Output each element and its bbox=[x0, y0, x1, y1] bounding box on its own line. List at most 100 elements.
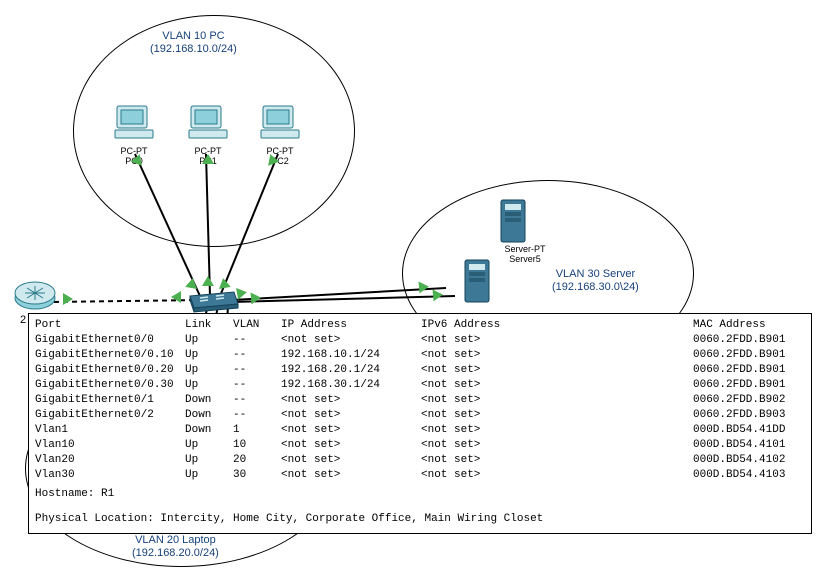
cell-link: Down bbox=[185, 393, 233, 408]
table-row: GigabitEthernet0/0Up--<not set><not set>… bbox=[35, 333, 805, 348]
cell-port: Vlan1 bbox=[35, 423, 185, 438]
table-row: GigabitEthernet0/2Down--<not set><not se… bbox=[35, 408, 805, 423]
cell-link: Up bbox=[185, 348, 233, 363]
table-row: Vlan10Up10<not set><not set>000D.BD54.41… bbox=[35, 438, 805, 453]
link-status-icon bbox=[418, 281, 429, 294]
cell-ipv6: <not set> bbox=[421, 363, 693, 378]
table-row: GigabitEthernet0/0.20Up--192.168.20.1/24… bbox=[35, 363, 805, 378]
cell-ip: 192.168.30.1/24 bbox=[281, 378, 421, 393]
cell-link: Up bbox=[185, 363, 233, 378]
pc-icon bbox=[259, 102, 301, 142]
blank-line bbox=[35, 502, 805, 512]
group-vlan30-title: VLAN 30 Server bbox=[552, 268, 639, 281]
cell-ipv6: <not set> bbox=[421, 348, 693, 363]
link-status-icon bbox=[202, 276, 214, 286]
cell-port: Vlan30 bbox=[35, 468, 185, 483]
cell-vlan: 20 bbox=[233, 453, 281, 468]
link-status-icon bbox=[217, 277, 231, 289]
cell-vlan: 30 bbox=[233, 468, 281, 483]
cell-vlan: -- bbox=[233, 393, 281, 408]
node-server5[interactable] bbox=[444, 258, 514, 308]
cell-mac: 0060.2FDD.B902 bbox=[693, 393, 805, 408]
col-header-vlan: VLAN bbox=[233, 318, 281, 333]
interface-table-body: GigabitEthernet0/0Up--<not set><not set>… bbox=[35, 333, 805, 483]
link-status-icon bbox=[171, 291, 181, 303]
node-router-num: 2 bbox=[20, 314, 26, 326]
col-header-ipv6: IPv6 Address bbox=[421, 318, 693, 333]
node-pc2-line2: PC2 bbox=[254, 156, 306, 166]
switch-icon bbox=[186, 290, 242, 314]
table-row: GigabitEthernet0/0.10Up--192.168.10.1/24… bbox=[35, 348, 805, 363]
server-icon bbox=[463, 258, 495, 306]
cell-port: GigabitEthernet0/0 bbox=[35, 333, 185, 348]
cell-ipv6: <not set> bbox=[421, 468, 693, 483]
cell-ipv6: <not set> bbox=[421, 333, 693, 348]
table-row: Vlan1Down1<not set><not set>000D.BD54.41… bbox=[35, 423, 805, 438]
cell-ip: <not set> bbox=[281, 468, 421, 483]
cell-vlan: -- bbox=[233, 363, 281, 378]
link-status-icon bbox=[63, 293, 73, 305]
table-row: GigabitEthernet0/0.30Up--192.168.30.1/24… bbox=[35, 378, 805, 393]
node-server-back[interactable] bbox=[485, 198, 545, 248]
node-pc2-line1: PC-PT bbox=[254, 146, 306, 156]
cell-port: GigabitEthernet0/1 bbox=[35, 393, 185, 408]
table-row: Vlan30Up30<not set><not set>000D.BD54.41… bbox=[35, 468, 805, 483]
cell-ipv6: <not set> bbox=[421, 393, 693, 408]
cell-ip: <not set> bbox=[281, 408, 421, 423]
cell-vlan: 10 bbox=[233, 438, 281, 453]
col-header-link: Link bbox=[185, 318, 233, 333]
location-line: Physical Location: Intercity, Home City,… bbox=[35, 512, 805, 527]
cell-link: Up bbox=[185, 333, 233, 348]
cell-mac: 000D.BD54.4102 bbox=[693, 453, 805, 468]
cell-port: GigabitEthernet0/0.30 bbox=[35, 378, 185, 393]
cell-port: GigabitEthernet0/0.10 bbox=[35, 348, 185, 363]
cell-ip: 192.168.10.1/24 bbox=[281, 348, 421, 363]
cell-mac: 0060.2FDD.B901 bbox=[693, 333, 805, 348]
pc-icon bbox=[113, 102, 155, 142]
cell-ipv6: <not set> bbox=[421, 378, 693, 393]
cell-ipv6: <not set> bbox=[421, 453, 693, 468]
cell-ipv6: <not set> bbox=[421, 423, 693, 438]
cell-ip: <not set> bbox=[281, 423, 421, 438]
cell-mac: 0060.2FDD.B901 bbox=[693, 378, 805, 393]
node-server5-label: Server-PT Server5 bbox=[492, 244, 558, 264]
group-vlan20-label: VLAN 20 Laptop (192.168.20.0/24) bbox=[132, 534, 219, 560]
cell-mac: 000D.BD54.4103 bbox=[693, 468, 805, 483]
cell-link: Up bbox=[185, 468, 233, 483]
col-header-ip: IP Address bbox=[281, 318, 421, 333]
cell-mac: 0060.2FDD.B901 bbox=[693, 363, 805, 378]
cell-port: GigabitEthernet0/0.20 bbox=[35, 363, 185, 378]
cell-vlan: -- bbox=[233, 348, 281, 363]
link-status-icon bbox=[202, 154, 214, 164]
group-vlan10-subnet: (192.168.10.0/24) bbox=[150, 43, 237, 56]
server-icon bbox=[499, 198, 531, 246]
cell-link: Up bbox=[185, 453, 233, 468]
cell-ip: <not set> bbox=[281, 438, 421, 453]
link-status-icon bbox=[236, 286, 248, 300]
cell-port: GigabitEthernet0/2 bbox=[35, 408, 185, 423]
cell-port: Vlan20 bbox=[35, 453, 185, 468]
cell-vlan: 1 bbox=[233, 423, 281, 438]
col-header-mac: MAC Address bbox=[693, 318, 805, 333]
cell-vlan: -- bbox=[233, 333, 281, 348]
cell-ip: <not set> bbox=[281, 393, 421, 408]
group-vlan20-title: VLAN 20 Laptop bbox=[132, 534, 219, 547]
node-pc2[interactable]: PC-PT PC2 bbox=[254, 102, 306, 166]
cell-ip: <not set> bbox=[281, 333, 421, 348]
cell-mac: 0060.2FDD.B903 bbox=[693, 408, 805, 423]
cell-vlan: -- bbox=[233, 378, 281, 393]
router-icon bbox=[13, 278, 57, 312]
node-router[interactable] bbox=[13, 278, 57, 314]
col-header-port: Port bbox=[35, 318, 185, 333]
cell-link: Down bbox=[185, 423, 233, 438]
link-status-icon bbox=[432, 289, 443, 302]
cell-ip: 192.168.20.1/24 bbox=[281, 363, 421, 378]
cell-ip: <not set> bbox=[281, 453, 421, 468]
cell-mac: 000D.BD54.4101 bbox=[693, 438, 805, 453]
node-server5-line2: Server5 bbox=[492, 254, 558, 264]
node-server5-line1: Server-PT bbox=[492, 244, 558, 254]
cell-link: Up bbox=[185, 378, 233, 393]
group-vlan10-label: VLAN 10 PC (192.168.10.0/24) bbox=[150, 30, 237, 56]
cell-mac: 0060.2FDD.B901 bbox=[693, 348, 805, 363]
cell-ipv6: <not set> bbox=[421, 438, 693, 453]
